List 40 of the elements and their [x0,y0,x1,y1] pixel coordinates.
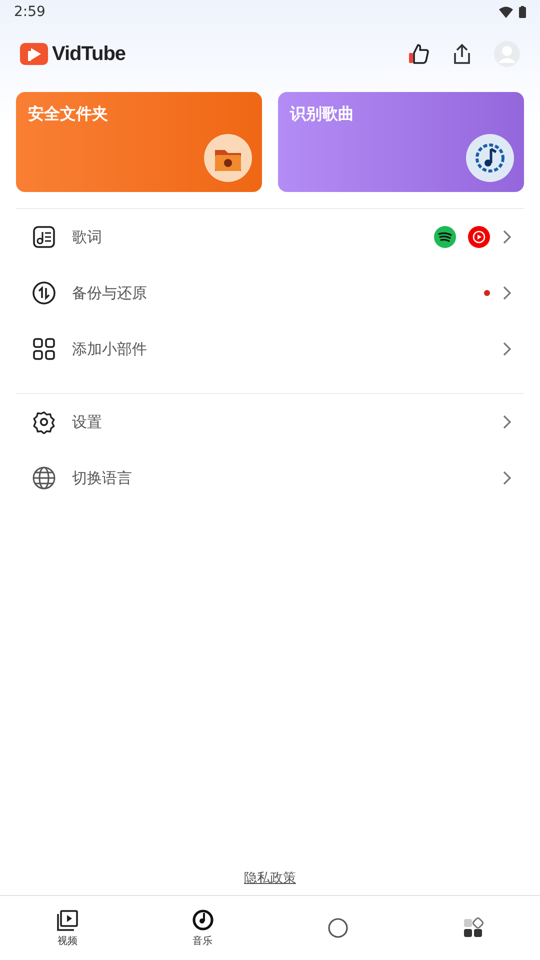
chevron-right-icon [502,470,512,486]
wifi-icon [499,6,513,18]
menu-item[interactable]: 添加小部件 [0,321,540,377]
play-circle-icon [468,226,490,248]
music-note-icon [466,134,514,182]
nav-tab[interactable]: 音乐 [135,896,270,960]
notification-dot-icon [484,290,490,296]
card-title: 识别歌曲 [290,104,355,125]
menu-label: 切换语言 [72,468,133,488]
settings-icon [32,410,56,434]
video-icon [56,908,78,930]
nav-tab[interactable]: 视频 [0,896,135,960]
menu-item[interactable]: 歌词 [0,209,540,265]
menu-item[interactable]: 设置 [0,394,540,450]
thumbs-up-icon[interactable] [408,43,430,65]
up-down-arrows-icon [32,281,56,305]
menu-label: 歌词 [72,228,103,246]
globe-icon [32,466,56,490]
share-icon[interactable] [452,43,472,65]
menu-label: 备份与还原 [72,284,148,302]
squares-icon [462,917,484,939]
chevron-right-icon [502,414,512,430]
card-title: 安全文件夹 [28,104,109,125]
chevron-right-icon [502,229,512,245]
menu-item[interactable]: 备份与还原 [0,265,540,321]
grid-icon [32,337,56,361]
circle-icon [326,917,348,939]
music-disc-icon [192,908,214,930]
menu-label: 添加小部件 [72,340,148,358]
menu-item[interactable]: 切换语言 [0,450,540,506]
status-time: 2:59 [14,4,46,20]
menu-label: 设置 [72,412,103,432]
logo-icon [20,43,48,65]
folder-lock-icon [204,134,252,182]
chevron-right-icon [502,341,512,357]
privacy-link[interactable]: 隐私政策 [244,869,296,887]
lyrics-icon [32,225,56,249]
chevron-right-icon [502,285,512,301]
app-name: VidTube [52,42,126,66]
battery-icon [519,6,526,18]
